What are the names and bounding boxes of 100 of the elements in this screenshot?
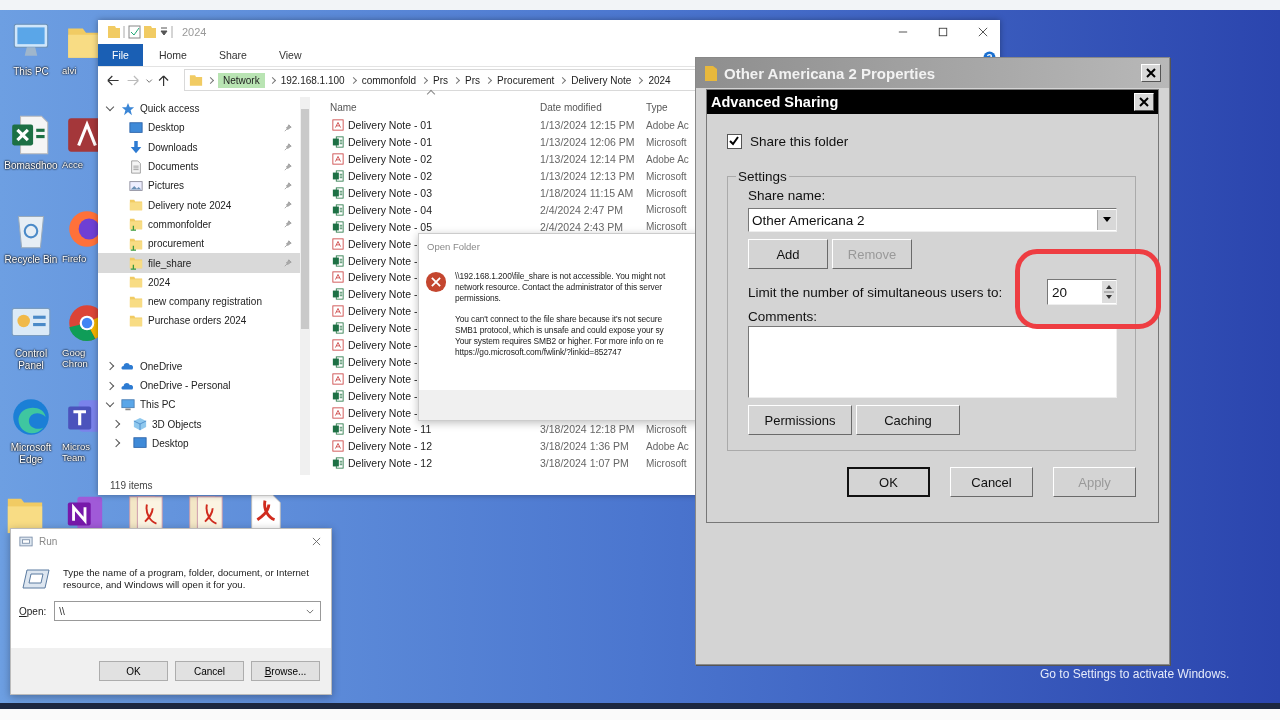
date-modified: 3/18/2024 1:07 PM: [540, 457, 629, 470]
dialog-button[interactable]: Add: [748, 239, 828, 269]
close-button[interactable]: [1134, 93, 1154, 111]
dialog-title: Open Folder: [426, 240, 481, 254]
nav-item[interactable]: Delivery note 2024: [98, 195, 300, 215]
share-name-dropdown[interactable]: Other Americana 2: [748, 208, 1117, 232]
nav-item[interactable]: This PC: [98, 395, 300, 415]
spreadsheet-file-icon: [332, 423, 344, 436]
nav-item[interactable]: OneDrive: [98, 356, 300, 376]
nav-item[interactable]: file_share: [98, 253, 300, 273]
download-icon: [129, 140, 143, 155]
pin-icon[interactable]: [284, 143, 292, 152]
pin-icon[interactable]: [284, 123, 292, 132]
dialog-button[interactable]: OK: [99, 661, 168, 681]
ribbon-tab[interactable]: Home: [142, 44, 203, 66]
pin-icon[interactable]: [284, 162, 292, 171]
dialog-button[interactable]: Browse...: [251, 661, 320, 681]
date-modified: 3/18/2024 12:18 PM: [540, 423, 635, 436]
breadcrumb-item[interactable]: commonfold: [360, 72, 418, 88]
breadcrumb-item[interactable]: Delivery Note: [570, 72, 633, 88]
nav-item[interactable]: Downloads: [98, 137, 300, 157]
close-icon[interactable]: [978, 27, 988, 37]
ribbon-tab[interactable]: File: [98, 44, 143, 66]
file-name[interactable]: Delivery Note - 05: [348, 220, 540, 233]
date-modified: 1/13/2024 12:14 PM: [540, 153, 635, 166]
nav-item[interactable]: Quick access: [98, 99, 300, 119]
pdf-file-icon: [332, 440, 344, 453]
nav-item[interactable]: OneDrive - Personal: [98, 375, 300, 396]
dialog-button[interactable]: Caching: [856, 405, 960, 435]
breadcrumb-item[interactable]: Procurement: [496, 72, 556, 88]
file-type: Adobe Ac: [646, 153, 689, 165]
date-modified: 2/4/2024 2:43 PM: [540, 220, 623, 233]
group-label: Settings: [737, 169, 788, 184]
desktop-icon: [133, 436, 147, 451]
breadcrumb-item[interactable]: Prs: [432, 72, 450, 88]
spreadsheet-file-icon: [332, 254, 344, 267]
file-name[interactable]: Delivery Note - 04: [348, 203, 540, 216]
file-name[interactable]: Delivery Note - 12: [348, 457, 540, 470]
error-message: You can't connect to the file share because it's not secure SMB1 protocol, which is unsafe and could expose your sy Your system requires SMB2 or higher. For more info on re https://go.microsoft.com/fwlink/?linkid=852747: [455, 314, 665, 358]
pdf-file-icon: [332, 271, 344, 284]
run-icon: [19, 535, 33, 547]
file-name[interactable]: Delivery Note - 12: [348, 440, 540, 453]
checkbox[interactable]: [727, 134, 742, 149]
field-label: Comments:: [748, 309, 819, 324]
breadcrumb-item[interactable]: 192.168.1.100: [279, 72, 346, 88]
scrollbar[interactable]: [300, 97, 310, 475]
desktop-icon-label: Goog Chron: [62, 348, 89, 370]
pin-icon[interactable]: [284, 181, 292, 190]
file-type: Microsoft: [646, 423, 687, 435]
nav-item[interactable]: new company registration: [98, 291, 300, 312]
desktop-icon-label: Microsoft Edge: [9, 442, 53, 465]
comments-field[interactable]: [748, 326, 1117, 398]
nav-item[interactable]: commonfolder: [98, 214, 300, 235]
file-name[interactable]: Delivery Note - 11: [348, 423, 540, 436]
column-header[interactable]: Date modified: [540, 101, 646, 113]
dropdown-caret-icon[interactable]: [306, 608, 314, 614]
instruction-text: Type the name of a program, folder, document, or Internet resource, and Windows will open it for you.: [63, 567, 310, 591]
file-name[interactable]: Delivery Note - 02: [348, 170, 540, 183]
nav-item[interactable]: Pictures: [98, 176, 300, 196]
dialog-button[interactable]: Permissions: [748, 405, 852, 435]
nav-item[interactable]: Documents: [98, 156, 300, 177]
nav-item[interactable]: Desktop: [98, 118, 300, 138]
dialog-button[interactable]: Cancel: [950, 467, 1033, 497]
column-header[interactable]: Type: [646, 101, 696, 113]
quick-access-toolbar-icon[interactable]: [106, 24, 176, 40]
nav-item[interactable]: 3D Objects: [98, 414, 300, 434]
nav-item[interactable]: Purchase orders 2024: [98, 311, 300, 331]
date-modified: 1/13/2024 12:06 PM: [540, 136, 635, 149]
column-header[interactable]: Name: [330, 101, 540, 113]
dialog-button[interactable]: Cancel: [175, 661, 244, 681]
spreadsheet-file-icon: [332, 389, 344, 402]
pin-icon[interactable]: [284, 201, 292, 210]
breadcrumb-item[interactable]: Prs: [464, 72, 482, 88]
file-name[interactable]: Delivery Note - 02: [348, 153, 540, 166]
file-name[interactable]: Delivery Note - 03: [348, 187, 540, 199]
shared-folder-icon: [129, 217, 143, 232]
spreadsheet-file-icon: [332, 288, 344, 301]
file-name[interactable]: Delivery Note - 01: [348, 119, 540, 132]
nav-item[interactable]: Desktop: [98, 433, 300, 454]
maximize-icon[interactable]: [938, 27, 948, 37]
breadcrumb-item[interactable]: Network: [218, 72, 265, 88]
dropdown-arrow-icon[interactable]: [1102, 217, 1112, 223]
user-limit-spinner[interactable]: 20: [1047, 279, 1117, 305]
open-field[interactable]: \\: [54, 601, 321, 621]
file-name[interactable]: Delivery Note - 01: [348, 136, 540, 149]
nav-item[interactable]: procurement: [98, 234, 300, 254]
close-icon[interactable]: [312, 536, 321, 546]
pdf-file-icon: [332, 305, 344, 318]
nav-item[interactable]: 2024: [98, 272, 300, 292]
pdf-file-icon: [332, 372, 344, 385]
desktop-icon-label: alvi: [62, 66, 78, 77]
ribbon-tab[interactable]: View: [262, 44, 318, 66]
spreadsheet-file-icon: [332, 170, 344, 183]
close-button[interactable]: [1141, 64, 1161, 82]
dialog-button[interactable]: OK: [847, 467, 930, 497]
pin-icon[interactable]: [284, 239, 292, 248]
pin-icon[interactable]: [284, 220, 292, 229]
desktop-icon-label: Bomasdhoo: [3, 160, 59, 172]
breadcrumb-item[interactable]: 2024: [647, 72, 672, 88]
ribbon-tab[interactable]: Share: [202, 44, 263, 66]
